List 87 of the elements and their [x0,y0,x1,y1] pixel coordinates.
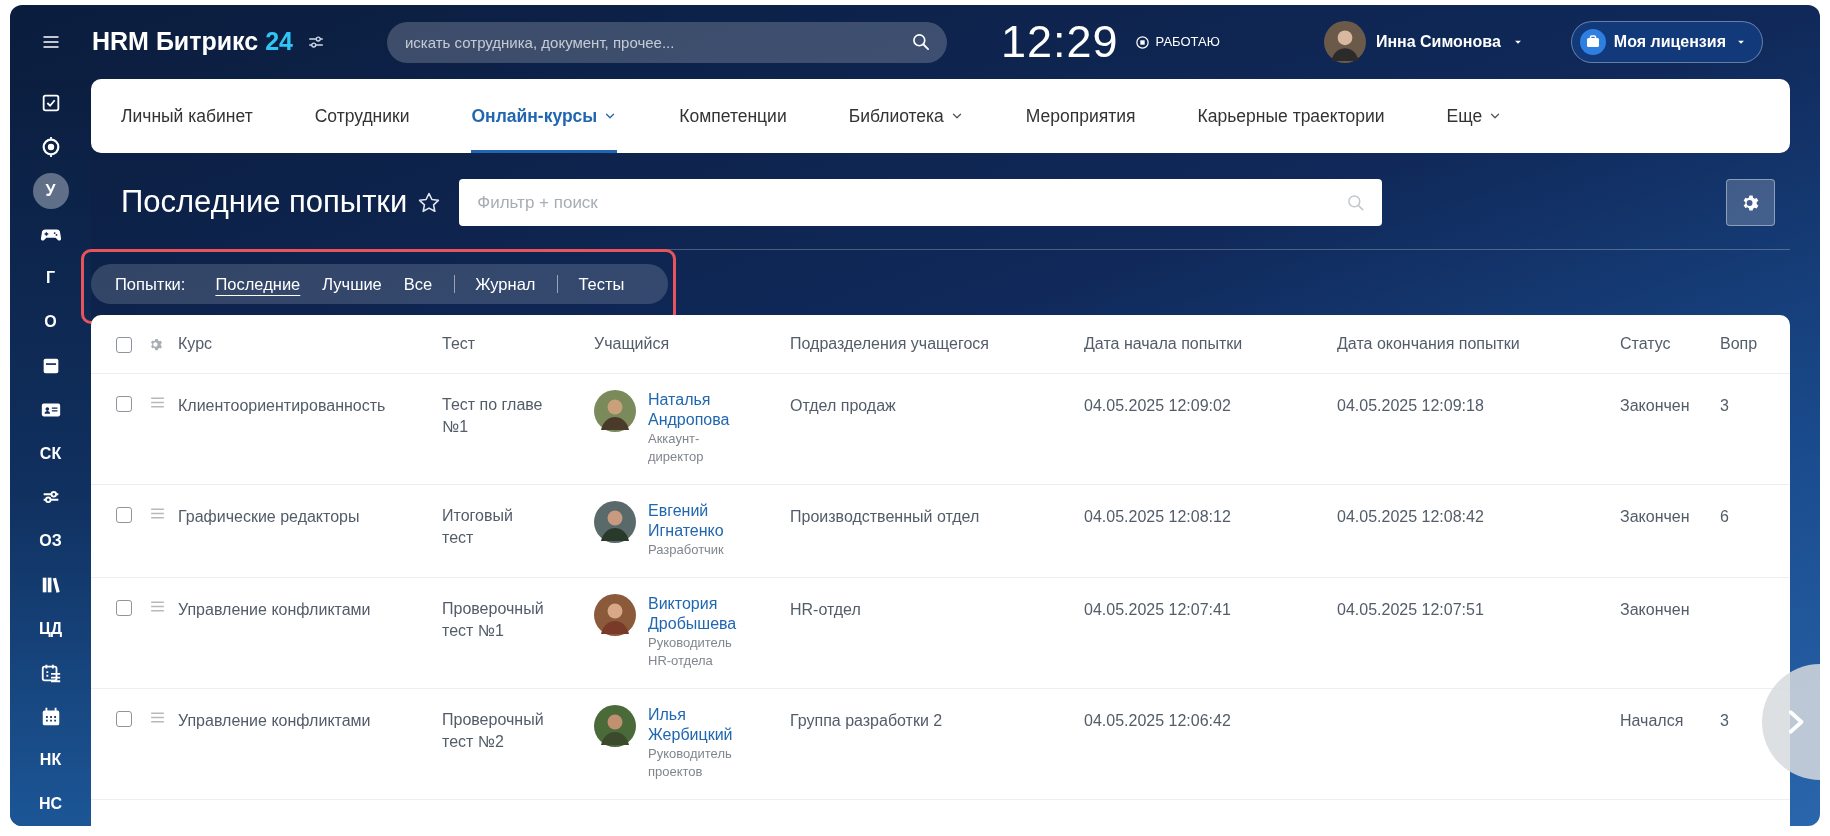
student-name-link[interactable]: Илья Жербицкий [648,705,744,745]
table-cell-text: Отдел продаж [790,396,897,416]
table-cell-text: Проверочный тест №2 [442,710,545,752]
nav-tab[interactable]: Сотрудники [314,79,410,153]
sidebar-item[interactable]: У [32,172,69,209]
table-cell-text: 04.05.2025 12:07:41 [1084,600,1232,620]
star-icon[interactable] [417,190,442,215]
column-header[interactable]: Вопр [1720,335,1758,352]
settings-button[interactable] [1726,179,1775,226]
search-icon[interactable] [910,32,931,52]
avatar[interactable] [594,594,636,636]
table-cell-text: 04.05.2025 12:08:42 [1337,507,1485,527]
table-cell-text: 3 [1720,396,1730,416]
student-role: Руководитель HR-отдела [648,634,733,670]
clock: 12:29 [1000,15,1119,70]
table-cell-text: 04.05.2025 12:09:02 [1084,396,1232,416]
checkbox[interactable] [116,507,132,523]
student-name-link[interactable]: Виктория Дробышева [648,594,744,634]
checkbox[interactable] [116,337,132,353]
table-cell-text: Проверочный тест №1 [442,599,545,641]
table-cell-text: Тест по главе №1 [442,395,544,437]
column-header[interactable]: Статус [1620,335,1671,352]
table-cell-text: HR-отдел [790,600,862,620]
checkbox[interactable] [116,711,132,727]
column-header[interactable]: Подразделения учащегося [790,335,989,352]
briefcase-icon [1579,29,1606,55]
sidebar-item[interactable]: Г [32,260,69,297]
table-cell-text: Клиентоориентированность [178,396,387,416]
table-cell-text: Закончен [1620,507,1691,527]
table-cell-text: 04.05.2025 12:07:51 [1337,600,1485,620]
filter-link[interactable]: Все [403,271,433,297]
nav-tab[interactable]: Библиотека [848,79,964,153]
filter-link[interactable]: Последние [215,271,301,297]
filter-link[interactable]: Тесты [578,271,625,297]
column-header[interactable]: Дата окончания попытки [1337,335,1520,352]
student-role: Разработчик [648,541,725,559]
stop-icon[interactable] [1134,34,1150,50]
student-name-link[interactable]: Евгений Игнатенко [648,501,744,541]
settings-icon[interactable] [306,33,325,51]
table-cell-text: Управление конфликтами [178,600,372,620]
avatar[interactable] [594,501,636,543]
table-cell-text: 3 [1720,711,1730,731]
sidebar-item[interactable]: НС [32,786,69,823]
user-name[interactable]: Инна Симонова [1375,30,1501,54]
table-cell-text: 04.05.2025 12:06:42 [1084,711,1232,731]
checkbox[interactable] [116,396,132,412]
avatar[interactable] [594,390,636,432]
sidebar-item[interactable]: ОЗ [32,523,69,560]
page-title: Последние попытки [121,183,408,222]
nav-tab[interactable]: Компетенции [679,79,787,153]
student-role: Руководитель проектов [648,745,733,781]
logo: HRM Битрикс 24 [92,26,293,58]
table-cell-text: 04.05.2025 12:09:18 [1337,396,1485,416]
nav-tab[interactable]: Карьерные траектории [1197,79,1385,153]
sidebar-item[interactable]: ЦД [32,610,69,647]
nav-tab[interactable]: Личный кабинет [121,79,253,153]
table-cell-text: Начался [1620,711,1685,731]
sidebar-item[interactable]: О [32,304,69,341]
table-cell-text: Закончен [1620,396,1691,416]
student-name-link[interactable]: Наталья Андропова [648,390,744,430]
table-cell-text: Группа разработки 2 [790,711,944,731]
table-cell-text: Графические редакторы [178,507,361,527]
avatar[interactable] [594,705,636,747]
checkbox[interactable] [116,600,132,616]
column-header[interactable]: Тест [442,335,476,352]
table-cell-text: Производственный отдел [790,507,981,527]
table-cell-text: Закончен [1620,600,1691,620]
table-cell-text: Итоговый тест [442,506,514,548]
nav-tab[interactable]: Онлайн-курсы [471,79,618,153]
table-cell-text: Управление конфликтами [178,711,372,731]
filter-link[interactable]: Лучшие [322,271,382,297]
column-header[interactable]: Дата начала попытки [1084,335,1243,352]
nav-tab[interactable]: Мероприятия [1025,79,1136,153]
filter-search-field[interactable]: Фильтр + поиск [459,179,1383,226]
column-header[interactable]: Курс [178,335,213,352]
filter-link[interactable]: Журнал [475,271,536,297]
table-cell-text: 6 [1720,507,1730,527]
sidebar-item[interactable]: НК [32,742,69,779]
column-header[interactable]: Учащийся [594,335,670,352]
student-role: Аккаунт-директор [648,430,705,466]
sidebar-item[interactable]: СК [32,435,69,472]
work-status[interactable]: РАБОТАЮ [1155,32,1220,52]
nav-tab[interactable]: Еще [1446,79,1503,153]
filter-label: Попытки: [115,273,186,295]
table-cell-text: 04.05.2025 12:08:12 [1084,507,1232,527]
license-button[interactable]: Моя лицензия [1570,21,1763,63]
avatar[interactable] [1323,21,1366,63]
